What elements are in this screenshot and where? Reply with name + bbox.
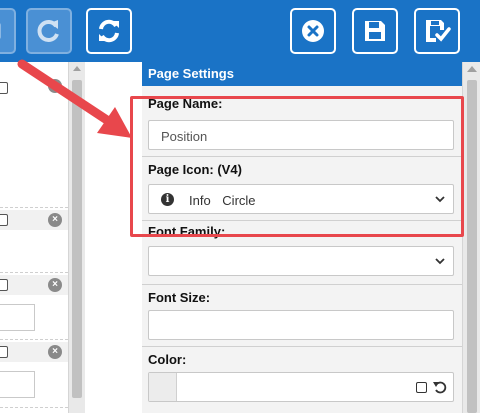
copy-icon <box>0 23 1 39</box>
page-name-value: Position <box>161 129 208 144</box>
close-circle-icon[interactable]: × <box>48 79 62 93</box>
settings-scrollbar[interactable] <box>462 62 480 413</box>
close-circle-icon[interactable]: × <box>48 345 62 359</box>
divider <box>142 220 462 221</box>
reset-icon[interactable] <box>433 379 447 395</box>
color-label: Color: <box>148 352 187 367</box>
scroll-up-arrow-icon[interactable] <box>467 66 477 72</box>
copy-icon[interactable] <box>0 214 8 226</box>
list-item-input[interactable] <box>0 304 35 331</box>
scrollbar-thumb[interactable] <box>467 80 477 413</box>
save-button[interactable] <box>352 8 398 54</box>
copy-icon[interactable] <box>0 279 8 291</box>
list-item-input[interactable] <box>0 371 35 398</box>
scroll-up-arrow-icon[interactable] <box>73 66 81 71</box>
page-icon-label: Page Icon: (V4) <box>148 162 242 177</box>
checkbox-icon[interactable] <box>416 382 427 393</box>
page-settings-panel: Page Settings Page Name: Position Page I… <box>142 62 462 413</box>
list-item[interactable]: × <box>0 342 68 362</box>
close-circle-icon <box>302 20 324 42</box>
chevron-down-icon <box>435 196 445 203</box>
divider <box>0 407 68 408</box>
app-window: × × × × Page Settings Page Name: Positio… <box>0 0 480 413</box>
divider <box>0 339 68 340</box>
refresh-button[interactable] <box>86 8 132 54</box>
divider <box>142 156 462 157</box>
divider <box>0 207 68 208</box>
chevron-down-icon <box>435 258 445 265</box>
page-name-label: Page Name: <box>148 96 223 111</box>
left-scrollbar[interactable] <box>68 62 85 413</box>
toolbar <box>0 0 480 62</box>
font-family-label: Font Family: <box>148 224 226 239</box>
redo-icon <box>37 20 59 42</box>
list-item[interactable]: × <box>0 275 68 295</box>
redo-button[interactable] <box>26 8 72 54</box>
list-item[interactable]: × <box>0 210 68 230</box>
info-circle-icon: i <box>161 193 174 206</box>
save-and-check-button[interactable] <box>414 8 460 54</box>
divider <box>142 346 462 347</box>
page-icon-select[interactable]: i Info Circle <box>148 184 454 214</box>
divider <box>142 284 462 285</box>
page-icon-value: Info Circle <box>189 193 256 208</box>
copy-button[interactable] <box>0 8 16 54</box>
panel-title: Page Settings <box>142 62 462 86</box>
scrollbar-thumb[interactable] <box>72 80 82 398</box>
copy-icon[interactable] <box>0 346 8 358</box>
floppy-disk-icon <box>365 21 385 41</box>
divider <box>0 272 68 273</box>
page-name-input[interactable]: Position <box>148 120 454 150</box>
color-picker-input[interactable] <box>148 372 454 402</box>
close-circle-icon[interactable]: × <box>48 213 62 227</box>
save-check-icon <box>426 20 451 42</box>
close-circle-icon[interactable]: × <box>48 278 62 292</box>
color-swatch[interactable] <box>149 373 177 401</box>
font-size-label: Font Size: <box>148 290 211 305</box>
font-size-input[interactable] <box>148 310 454 340</box>
cancel-button[interactable] <box>290 8 336 54</box>
copy-icon[interactable] <box>0 82 8 94</box>
refresh-icon <box>99 19 119 43</box>
font-family-select[interactable] <box>148 246 454 276</box>
